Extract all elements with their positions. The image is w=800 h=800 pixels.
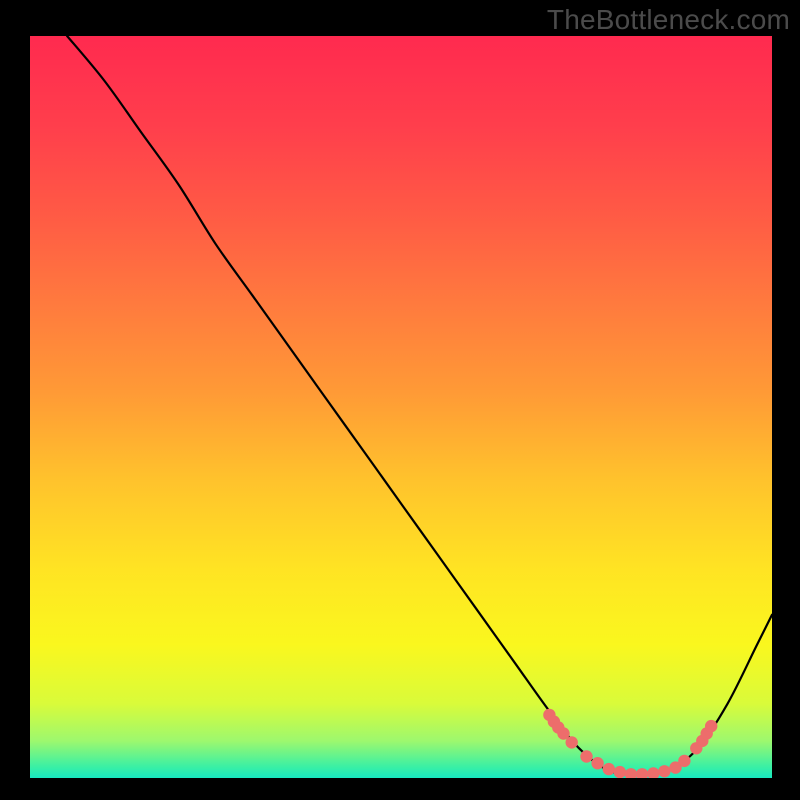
plot-area (30, 36, 772, 778)
highlight-dot (658, 765, 670, 777)
highlight-dot (705, 720, 717, 732)
highlight-dot (591, 757, 603, 769)
highlight-dot (566, 736, 578, 748)
highlight-dot (580, 750, 592, 762)
highlight-dot (603, 763, 615, 775)
chart-svg (30, 36, 772, 778)
highlight-dot (678, 755, 690, 767)
chart-frame: TheBottleneck.com (0, 0, 800, 800)
watermark-text: TheBottleneck.com (547, 4, 790, 36)
gradient-rect (30, 36, 772, 778)
highlight-dot (614, 766, 626, 778)
